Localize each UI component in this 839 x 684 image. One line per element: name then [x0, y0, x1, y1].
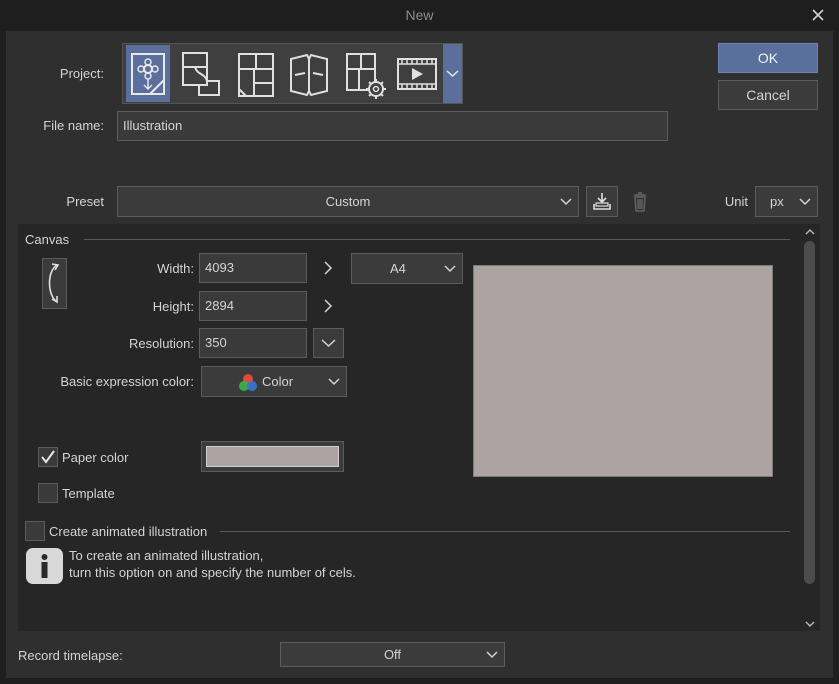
save-preset-button[interactable]	[586, 186, 618, 217]
timelapse-dropdown[interactable]: Off	[280, 642, 505, 667]
webtoon-icon[interactable]	[179, 45, 223, 102]
resolution-input[interactable]: 350	[199, 328, 307, 358]
color-mode-icon	[239, 374, 257, 391]
canvas-preview	[473, 265, 773, 477]
chevron-down-icon	[799, 197, 811, 205]
file-name-input[interactable]: Illustration	[117, 111, 668, 141]
info-text-line2: turn this option on and specify the numb…	[69, 565, 356, 580]
preset-value: Custom	[325, 194, 371, 209]
file-name-label: File name:	[43, 118, 104, 133]
unit-label: Unit	[724, 194, 748, 209]
fanzine-icon[interactable]	[287, 45, 331, 102]
chevron-down-icon	[560, 197, 572, 205]
delete-preset-icon[interactable]	[626, 189, 654, 215]
preset-label: Preset	[66, 194, 104, 209]
chevron-down-icon	[321, 339, 336, 348]
timelapse-value: Off	[383, 647, 402, 662]
comic-settings-icon[interactable]	[342, 45, 386, 102]
expression-color-value: Color	[262, 374, 294, 389]
expression-color-dropdown[interactable]: Color	[201, 366, 347, 397]
scroll-up-icon[interactable]	[804, 226, 816, 238]
animation-divider	[220, 531, 790, 532]
paper-color-swatch	[206, 446, 339, 467]
canvas-divider	[84, 239, 790, 240]
paper-color-button[interactable]	[201, 441, 344, 472]
save-preset-icon	[593, 193, 611, 210]
cancel-button[interactable]: Cancel	[718, 80, 818, 110]
info-icon	[26, 548, 63, 584]
chevron-right-icon[interactable]	[320, 298, 336, 314]
canvas-section-label: Canvas	[25, 232, 70, 247]
width-input[interactable]: 4093	[199, 253, 307, 283]
animation-icon[interactable]	[395, 45, 439, 102]
swap-orientation-button[interactable]	[42, 258, 67, 309]
checkmark-icon	[41, 450, 55, 464]
template-label: Template	[62, 486, 115, 501]
illustration-icon[interactable]	[126, 45, 170, 102]
unit-dropdown[interactable]: px	[755, 186, 818, 217]
info-text-line1: To create an animated illustration,	[69, 548, 264, 563]
comic-icon[interactable]	[234, 45, 278, 102]
chevron-down-icon	[486, 650, 498, 658]
size-preset-value: A4	[390, 261, 406, 276]
preset-dropdown[interactable]: Custom	[117, 186, 579, 217]
timelapse-label: Record timelapse:	[18, 648, 123, 663]
paper-color-label: Paper color	[62, 450, 129, 465]
project-label: Project:	[59, 66, 104, 81]
window-title: New	[405, 7, 434, 23]
animated-illustration-label: Create animated illustration	[49, 524, 208, 539]
project-more-dropdown[interactable]	[443, 44, 462, 103]
template-checkbox[interactable]	[38, 483, 58, 503]
scrollbar-thumb[interactable]	[804, 241, 815, 584]
width-label: Width:	[157, 261, 194, 276]
height-input[interactable]: 2894	[199, 291, 307, 321]
chevron-down-icon	[328, 377, 340, 385]
ok-button[interactable]: OK	[718, 43, 818, 73]
resolution-dropdown-button[interactable]	[313, 328, 344, 358]
rotate-icon	[48, 263, 60, 304]
expression-color-label: Basic expression color:	[60, 374, 194, 389]
size-preset-dropdown[interactable]: A4	[351, 253, 463, 284]
unit-value: px	[770, 194, 784, 209]
height-label: Height:	[152, 299, 194, 314]
chevron-down-icon	[444, 264, 456, 272]
paper-color-checkbox[interactable]	[38, 447, 58, 467]
resolution-label: Resolution:	[128, 336, 194, 351]
scroll-down-icon[interactable]	[804, 618, 816, 630]
animated-illustration-checkbox[interactable]	[25, 521, 45, 541]
chevron-right-icon[interactable]	[320, 260, 336, 276]
close-icon[interactable]	[808, 5, 828, 25]
